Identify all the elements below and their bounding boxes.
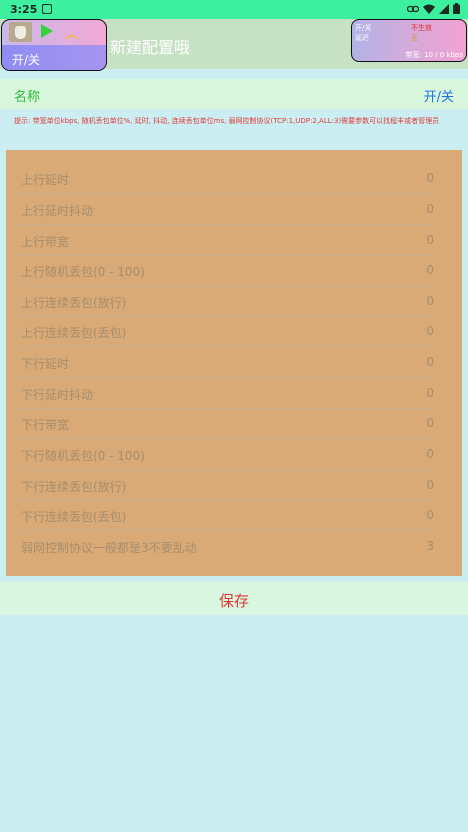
setting-row-downlink-delay[interactable]: 下行延时 0 <box>20 347 440 378</box>
notification-icon <box>42 4 52 14</box>
status-bandwidth: 带宽: 10 / 0 kbps <box>405 51 463 59</box>
wifi-icon <box>423 4 435 14</box>
setting-row-uplink-burst-pass[interactable]: 上行连续丢包(放行) 0 <box>20 286 440 317</box>
setting-row-downlink-burst-drop[interactable]: 下行连续丢包(丢包) 0 <box>20 500 440 531</box>
setting-row-downlink-jitter[interactable]: 下行延时抖动 0 <box>20 378 440 409</box>
setting-row-protocol[interactable]: 弱网控制协议一般都是3不要乱动 3 <box>20 531 440 562</box>
setting-row-downlink-bandwidth[interactable]: 下行带宽 0 <box>20 408 440 439</box>
setting-value-input[interactable]: 0 <box>426 386 434 400</box>
setting-label: 下行延时抖动 <box>21 388 94 402</box>
toggle-button[interactable]: 开/关 <box>424 86 454 105</box>
link-icon <box>407 5 419 12</box>
setting-label: 下行延时 <box>21 357 70 371</box>
play-icon[interactable] <box>41 24 53 38</box>
signal-icon <box>439 3 449 14</box>
setting-row-uplink-random-loss[interactable]: 上行随机丢包(0 - 100) 0 <box>20 255 440 286</box>
status-icons <box>407 3 460 14</box>
setting-row-downlink-random-loss[interactable]: 下行随机丢包(0 - 100) 0 <box>20 439 440 470</box>
setting-value-input[interactable]: 0 <box>426 171 434 185</box>
setting-label: 下行连续丢包(丢包) <box>21 510 127 524</box>
setting-label: 上行带宽 <box>21 235 70 249</box>
setting-value-input[interactable]: 0 <box>426 478 434 492</box>
setting-value-input[interactable]: 0 <box>426 324 434 338</box>
avatar-image <box>15 26 26 39</box>
floating-status-panel[interactable]: 开/关 不生效 延迟 无 带宽: 10 / 0 kbps <box>351 19 467 62</box>
status-delay-value: 无 <box>411 34 418 42</box>
setting-label: 下行连续丢包(放行) <box>21 480 127 494</box>
status-time: 3:25 <box>10 3 38 16</box>
setting-label: 下行随机丢包(0 - 100) <box>21 449 145 463</box>
battery-icon <box>453 3 460 14</box>
chevron-up-icon[interactable]: ︿ <box>65 23 78 42</box>
setting-value-input[interactable]: 0 <box>426 447 434 461</box>
floating-control-panel[interactable]: ︿ 开/关 <box>1 19 107 71</box>
status-bar: 3:25 <box>0 0 468 19</box>
setting-label: 上行连续丢包(丢包) <box>21 326 127 340</box>
save-button[interactable]: 保存 <box>219 590 249 611</box>
setting-value-input[interactable]: 0 <box>426 263 434 277</box>
setting-label: 下行带宽 <box>21 418 70 432</box>
floating-toolbar: ︿ <box>2 20 106 45</box>
settings-panel: 上行延时 0 上行延时抖动 0 上行带宽 0 上行随机丢包(0 - 100) 0… <box>6 150 462 576</box>
setting-value-input[interactable]: 0 <box>426 294 434 308</box>
setting-value-input[interactable]: 0 <box>426 202 434 216</box>
avatar[interactable] <box>9 22 32 42</box>
setting-label: 上行延时 <box>21 173 70 187</box>
setting-value-input[interactable]: 0 <box>426 355 434 369</box>
setting-label: 上行随机丢包(0 - 100) <box>21 265 145 279</box>
setting-label: 上行延时抖动 <box>21 204 94 218</box>
page-title: 新建配置哦 <box>110 38 191 57</box>
setting-value-input[interactable]: 0 <box>426 508 434 522</box>
setting-row-uplink-delay[interactable]: 上行延时 0 <box>20 163 440 194</box>
status-toggle-value: 不生效 <box>411 24 432 32</box>
setting-label: 弱网控制协议一般都是3不要乱动 <box>21 541 197 555</box>
setting-row-uplink-jitter[interactable]: 上行延时抖动 0 <box>20 194 440 225</box>
setting-row-downlink-burst-pass[interactable]: 下行连续丢包(放行) 0 <box>20 470 440 501</box>
name-row: 名称 开/关 <box>0 79 468 109</box>
setting-label: 上行连续丢包(放行) <box>21 296 127 310</box>
setting-value-input[interactable]: 3 <box>426 539 434 553</box>
name-label[interactable]: 名称 <box>14 86 40 105</box>
status-toggle-label: 开/关 <box>355 24 372 32</box>
floating-toggle-button[interactable]: 开/关 <box>2 45 106 70</box>
setting-row-uplink-bandwidth[interactable]: 上行带宽 0 <box>20 225 440 256</box>
setting-value-input[interactable]: 0 <box>426 233 434 247</box>
setting-value-input[interactable]: 0 <box>426 416 434 430</box>
status-delay-label: 延迟 <box>355 34 369 42</box>
hint-text: 提示: 带宽单位kbps, 随机丢包单位%, 延时, 抖动, 连续丢包单位ms,… <box>14 117 440 125</box>
setting-row-uplink-burst-drop[interactable]: 上行连续丢包(丢包) 0 <box>20 316 440 347</box>
save-bar: 保存 <box>0 582 468 615</box>
